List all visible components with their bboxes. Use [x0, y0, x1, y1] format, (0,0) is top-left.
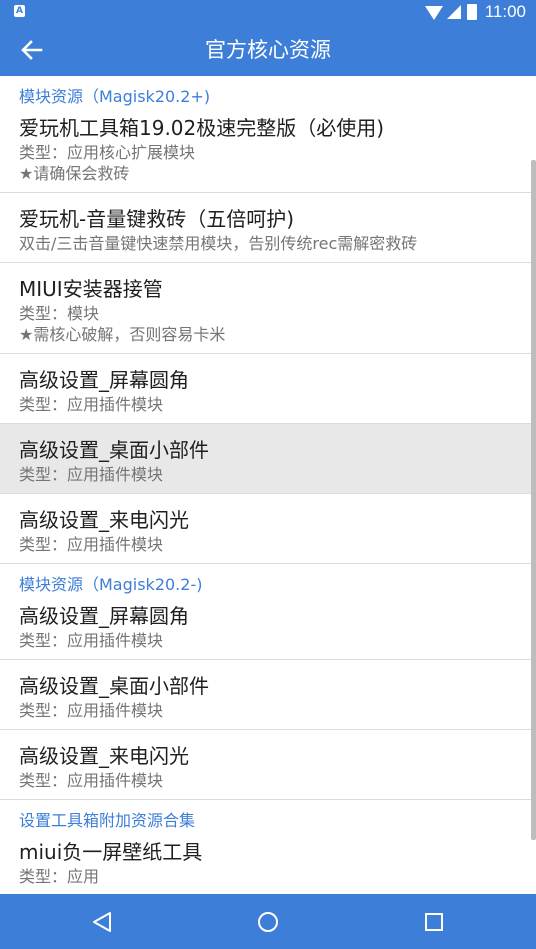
list-item[interactable]: 高级设置_屏幕圆角 类型：应用插件模块 [0, 600, 536, 660]
item-subtitle: 类型：应用插件模块 [19, 701, 164, 720]
item-title: 高级设置_来电闪光 [19, 744, 189, 768]
section-header: 设置工具箱附加资源合集 [19, 811, 196, 830]
nav-recents-button[interactable] [410, 902, 458, 942]
navigation-bar [0, 894, 536, 949]
item-title: 爱玩机工具箱19.02极速完整版（必使用) [19, 116, 385, 140]
item-subtitle: 类型：应用插件模块 [19, 535, 164, 554]
list-item[interactable]: miui负一屏壁纸工具 类型：应用 [0, 836, 536, 894]
item-title: 高级设置_桌面小部件 [19, 674, 209, 698]
arrow-left-icon [21, 40, 43, 60]
item-subtitle: 类型：应用插件模块 [19, 771, 164, 790]
list-item[interactable]: 高级设置_屏幕圆角 类型：应用插件模块 [0, 354, 536, 424]
item-title: 高级设置_屏幕圆角 [19, 368, 189, 392]
nav-home-button[interactable] [244, 902, 292, 942]
item-subtitle: 类型：应用插件模块 [19, 395, 164, 414]
signal-icon [446, 5, 461, 19]
list-item[interactable]: 爱玩机-音量键救砖（五倍呵护) 双击/三击音量键快速禁用模块，告别传统rec需解… [0, 193, 536, 263]
item-subtitle: 类型：应用 [19, 867, 100, 886]
item-title: miui负一屏壁纸工具 [19, 840, 203, 864]
list-item[interactable]: 高级设置_桌面小部件 类型：应用插件模块 [0, 424, 536, 494]
item-title: 高级设置_屏幕圆角 [19, 604, 189, 628]
item-title: MIUI安装器接管 [19, 277, 163, 301]
status-bar: A 11:00 [0, 0, 536, 24]
item-title: 高级设置_桌面小部件 [19, 438, 209, 462]
section-header: 模块资源（Magisk20.2+) [19, 87, 211, 106]
list-item[interactable]: 高级设置_来电闪光 类型：应用插件模块 [0, 730, 536, 800]
item-subtitle: 类型：模块 [19, 304, 100, 323]
app-bar: 官方核心资源 [0, 24, 536, 76]
wifi-icon [424, 6, 443, 20]
item-note: ★需核心破解，否则容易卡米 [19, 325, 226, 344]
battery-icon [466, 4, 477, 20]
circle-home-icon [258, 912, 278, 932]
item-subtitle: 双击/三击音量键快速禁用模块，告别传统rec需解密救砖 [19, 234, 418, 253]
item-note: ★请确保会救砖 [19, 164, 130, 183]
nav-back-button[interactable] [78, 902, 126, 942]
triangle-back-icon [93, 912, 111, 932]
status-time: 11:00 [484, 2, 526, 21]
square-recents-icon [425, 913, 443, 931]
list-item[interactable]: 高级设置_桌面小部件 类型：应用插件模块 [0, 660, 536, 730]
item-title: 高级设置_来电闪光 [19, 508, 189, 532]
item-subtitle: 类型：应用插件模块 [19, 465, 164, 484]
list-item[interactable]: MIUI安装器接管 类型：模块 ★需核心破解，否则容易卡米 [0, 263, 536, 354]
list-item[interactable]: 爱玩机工具箱19.02极速完整版（必使用) 类型：应用核心扩展模块 ★请确保会救… [0, 112, 536, 193]
scrollbar[interactable] [531, 160, 536, 840]
resource-list[interactable]: 模块资源（Magisk20.2+) 爱玩机工具箱19.02极速完整版（必使用) … [0, 76, 536, 894]
section-header: 模块资源（Magisk20.2-) [19, 575, 203, 594]
item-subtitle: 类型：应用插件模块 [19, 631, 164, 650]
item-title: 爱玩机-音量键救砖（五倍呵护) [19, 207, 295, 231]
item-subtitle: 类型：应用核心扩展模块 [19, 143, 196, 162]
back-button[interactable] [14, 34, 50, 66]
list-item[interactable]: 高级设置_来电闪光 类型：应用插件模块 [0, 494, 536, 564]
notification-icon: A [14, 5, 25, 17]
page-title: 官方核心资源 [205, 38, 331, 62]
